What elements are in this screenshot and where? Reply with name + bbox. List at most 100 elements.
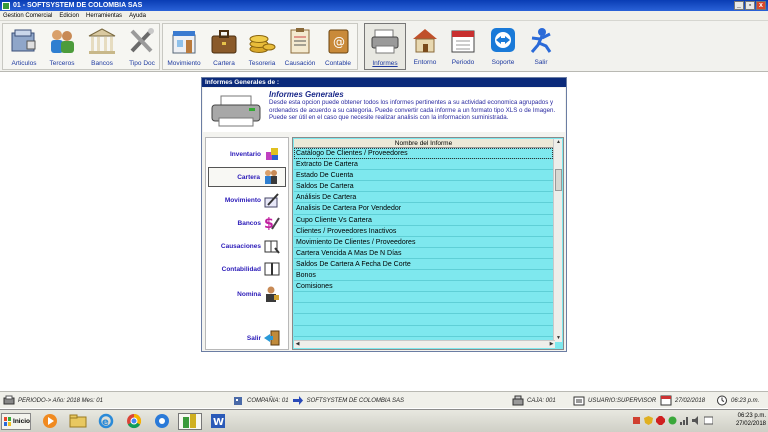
ie-button[interactable]: e — [94, 413, 118, 430]
category-inventario[interactable]: Inventario — [208, 144, 286, 164]
app-button[interactable] — [150, 413, 174, 430]
scroll-down-icon[interactable]: ▼ — [555, 335, 562, 342]
exit-icon — [525, 25, 557, 55]
menu-ayuda[interactable]: Ayuda — [129, 13, 146, 19]
tray-shield-icon[interactable] — [644, 416, 653, 427]
grid-header: Nombre del Informe — [294, 139, 553, 148]
report-row[interactable]: Clientes / Proveedores Inactivos — [294, 226, 553, 237]
report-row[interactable]: Estado De Cuenta — [294, 170, 553, 182]
informes-button[interactable]: Informes — [364, 23, 406, 70]
vertical-scrollbar[interactable]: ▲ ▼ — [553, 139, 562, 342]
report-row[interactable]: Bonos — [294, 270, 553, 282]
report-row[interactable]: Comisiones — [294, 281, 553, 293]
menu-herramientas[interactable]: Herramientas — [86, 13, 122, 19]
menu-edicion[interactable]: Edicion — [59, 13, 79, 19]
clock-time: 06:23 p.m. — [737, 413, 766, 419]
teamviewer-icon — [487, 25, 519, 55]
report-row[interactable]: Cartera Vencida A Mas De N Días — [294, 248, 553, 259]
category-cartera[interactable]: Cartera — [208, 167, 286, 187]
internet-explorer-icon: e — [98, 413, 114, 431]
entorno-button[interactable]: Entorno — [404, 23, 446, 70]
report-row[interactable]: Cupo Cliente Vs Cartera — [294, 215, 553, 226]
dialog-exit-button[interactable]: Salir — [208, 328, 286, 348]
svg-text:e: e — [102, 417, 109, 428]
taskbar-clock[interactable]: 06:23 p.m. 27/02/2018 — [736, 412, 766, 428]
scroll-right-icon[interactable]: ▶ — [548, 341, 555, 348]
minimize-button[interactable]: _ — [734, 1, 744, 10]
tipo-doc-button[interactable]: Tipo Doc — [121, 24, 163, 71]
inventory-icon — [263, 146, 280, 163]
tray-language-icon[interactable] — [703, 416, 714, 427]
articulos-button[interactable]: Articulos — [3, 24, 45, 71]
informes-label: Informes — [372, 60, 398, 67]
start-button[interactable]: Inicio — [1, 413, 31, 430]
tray-network-icon[interactable] — [680, 416, 689, 427]
tesoreria-button[interactable]: Tesoreria — [241, 24, 283, 71]
dialog-header: Informes Generales Desde esta opcion pue… — [203, 88, 565, 132]
report-row[interactable]: Análisis De Cartera — [294, 192, 553, 204]
header-title: Informes Generales — [269, 90, 344, 99]
close-button[interactable]: x — [756, 1, 766, 10]
report-row[interactable]: Analisis De Cartera Por Vendedor — [294, 203, 553, 215]
terceros-label: Terceros — [49, 60, 75, 67]
report-row[interactable]: Catálogo De Clientes / Proveedores — [294, 148, 553, 160]
cartera-label: Cartera — [213, 60, 235, 67]
category-label: Bancos — [237, 219, 261, 227]
horizontal-scrollbar[interactable]: ◀ ▶ — [294, 340, 555, 348]
tray-volume-icon[interactable] — [692, 416, 701, 427]
causacion-button[interactable]: Causación — [279, 24, 321, 71]
restore-button[interactable]: ▫ — [745, 1, 755, 10]
periodo-button[interactable]: Periodo — [442, 23, 484, 70]
softsystem-taskbar-button[interactable] — [178, 413, 202, 430]
cartera-button[interactable]: Cartera — [203, 24, 245, 71]
scroll-up-icon[interactable]: ▲ — [555, 139, 562, 146]
contable-button[interactable]: @ Contable — [317, 24, 359, 71]
category-movimiento[interactable]: Movimiento — [208, 190, 286, 210]
tray-green-icon[interactable] — [668, 416, 677, 427]
movimiento-label: Movimiento — [167, 60, 201, 67]
coins-icon — [246, 26, 278, 56]
media-player-button[interactable] — [38, 413, 62, 430]
chrome-icon — [126, 413, 142, 431]
status-caja: CAJA: 001 — [512, 395, 556, 406]
tray-stop-icon[interactable] — [656, 416, 665, 427]
employee-icon — [263, 286, 280, 303]
report-row[interactable]: Movimiento De Clientes / Proveedores — [294, 237, 553, 248]
cash-register-icon — [512, 395, 524, 406]
contable-label: Contable — [324, 60, 352, 67]
category-causaciones[interactable]: Causaciones — [208, 236, 286, 256]
category-nomina[interactable]: Nomina — [208, 284, 286, 304]
status-hora: 06:23 p.m. — [716, 395, 759, 406]
clipboard-icon — [284, 26, 316, 56]
periodo-text: PERIODO-> Año: 2018 Mes: 01 — [18, 397, 103, 404]
report-row[interactable]: Extracto De Cartera — [294, 159, 553, 171]
report-row[interactable] — [294, 303, 553, 315]
scroll-left-icon[interactable]: ◀ — [294, 341, 301, 348]
exit-label: Salir — [246, 334, 261, 342]
menu-bar: Gestion Comercial Edicion Herramientas A… — [0, 11, 768, 21]
terceros-button[interactable]: Terceros — [41, 24, 83, 71]
report-row[interactable] — [294, 326, 553, 337]
clock-icon — [716, 395, 728, 406]
soporte-button[interactable]: Soporte — [482, 23, 524, 70]
network-icon — [154, 413, 170, 431]
bancos-button[interactable]: Bancos — [81, 24, 123, 71]
articles-icon — [8, 26, 40, 56]
salir-button[interactable]: Salir — [520, 23, 562, 70]
scroll-thumb[interactable] — [555, 169, 562, 191]
report-row[interactable] — [294, 314, 553, 326]
explorer-button[interactable] — [66, 413, 90, 430]
menu-gestion-comercial[interactable]: Gestion Comercial — [3, 13, 52, 19]
ledger-icon — [263, 261, 280, 278]
salir-label: Salir — [534, 59, 548, 66]
window-titlebar: 01 - SOFTSYSTEM DE COLOMBIA SAS _ ▫ x — [0, 0, 768, 11]
movimiento-button[interactable]: Movimiento — [163, 24, 205, 71]
category-contabilidad[interactable]: Contabilidad — [208, 259, 286, 279]
tray-flag-icon[interactable] — [632, 416, 641, 427]
category-bancos[interactable]: Bancos $ — [208, 213, 286, 233]
chrome-button[interactable] — [122, 413, 146, 430]
report-row[interactable]: Saldos De Cartera — [294, 181, 553, 193]
report-row[interactable] — [294, 292, 553, 304]
report-row[interactable]: Saldos De Cartera A Fecha De Corte — [294, 259, 553, 271]
word-button[interactable]: W — [206, 413, 230, 430]
